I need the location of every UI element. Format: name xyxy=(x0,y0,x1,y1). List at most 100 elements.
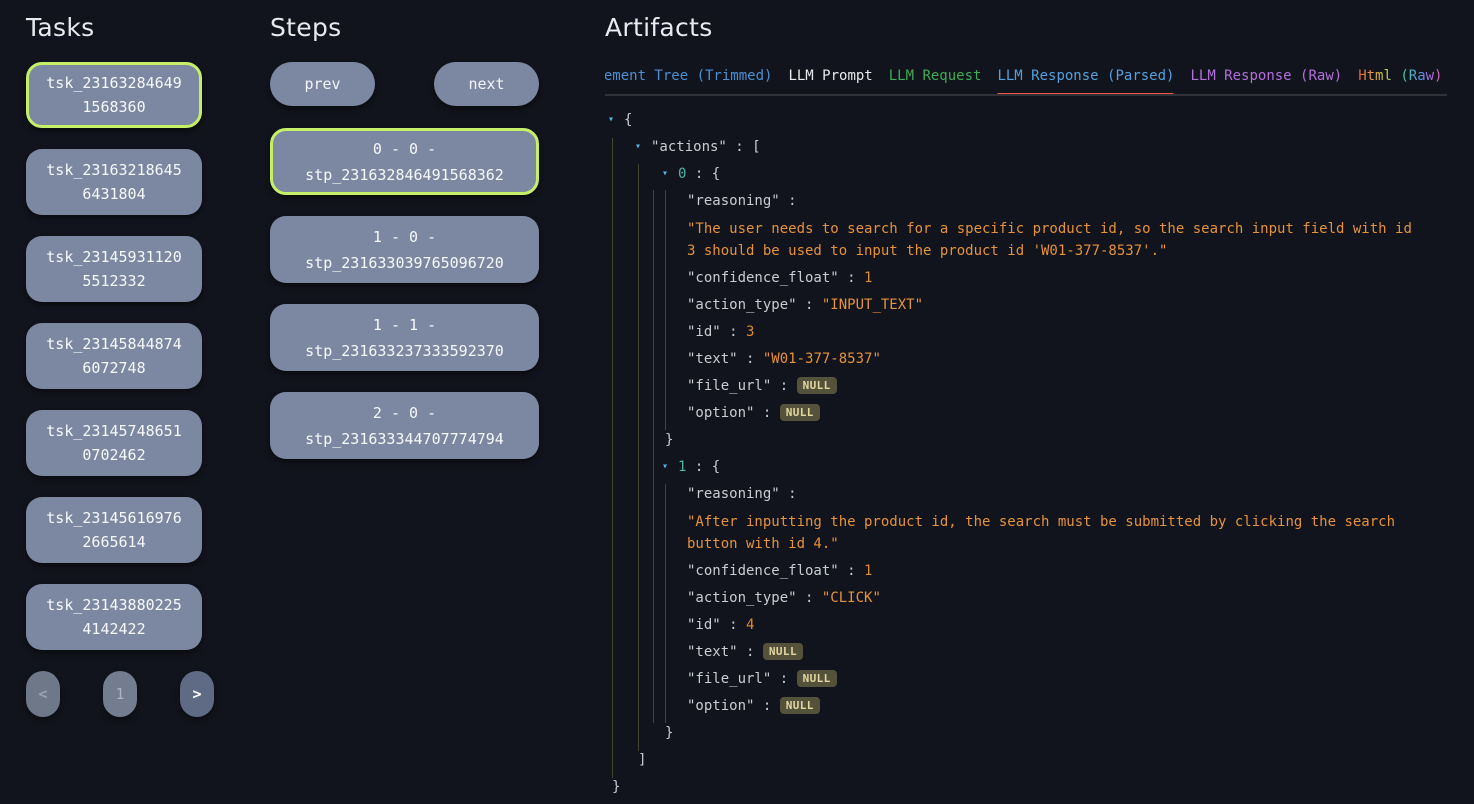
task-id: tsk_231632186456431804 xyxy=(43,158,185,206)
json-tree: ▾{▾"actions" : [▾0 : {"reasoning" :"The … xyxy=(605,110,1447,797)
json-token-punc: ] xyxy=(638,752,646,768)
json-token-str: "The user needs to search for a specific… xyxy=(687,221,1420,259)
next-step-button[interactable]: next xyxy=(434,62,539,106)
indent-guide xyxy=(612,138,613,778)
json-line: "file_url" : NULL xyxy=(605,376,1447,396)
tab-llm-response-raw[interactable]: LLM Response (Raw) xyxy=(1190,68,1342,84)
json-line: "After inputting the product id, the sea… xyxy=(605,511,1417,555)
task-id: tsk_231632846491568360 xyxy=(43,71,185,119)
json-line: "action_type" : "CLICK" xyxy=(605,588,1447,608)
json-token-str: "CLICK" xyxy=(822,590,881,606)
json-token-key: "confidence_float" xyxy=(687,563,839,579)
task-item[interactable]: tsk_231459311205512332 xyxy=(26,236,202,302)
indent-guide xyxy=(653,190,654,723)
json-token-key: "option" xyxy=(687,698,754,714)
task-item[interactable]: tsk_231632186456431804 xyxy=(26,149,202,215)
tab-llm-response-parsed[interactable]: LLM Response (Parsed) xyxy=(997,68,1174,84)
steps-controls: prev next xyxy=(270,62,539,106)
task-id: tsk_231438802254142422 xyxy=(43,593,185,641)
json-token-punc: : xyxy=(771,378,796,394)
indent-guide xyxy=(665,190,666,430)
json-token-punc: } xyxy=(612,779,620,795)
step-item[interactable]: 1 - 0 - stp_231633039765096720 xyxy=(270,216,539,283)
task-item[interactable]: tsk_231457486510702462 xyxy=(26,410,202,476)
step-label: 0 - 0 - stp_231632846491568362 xyxy=(285,136,524,188)
task-item[interactable]: tsk_231438802254142422 xyxy=(26,584,202,650)
active-tab-underline xyxy=(997,93,1174,96)
json-token-key: "text" xyxy=(687,644,738,660)
chevron-left-icon: < xyxy=(38,685,47,703)
json-token-str: "INPUT_TEXT" xyxy=(822,297,923,313)
json-line: ] xyxy=(605,750,1447,770)
json-line: } xyxy=(605,430,1447,450)
tab-llm-prompt[interactable]: LLM Prompt xyxy=(788,68,872,84)
json-token-str: "After inputting the product id, the sea… xyxy=(687,514,1403,552)
json-token-key: "reasoning" xyxy=(687,193,780,209)
json-token-num: 1 xyxy=(864,563,872,579)
json-token-punc: : xyxy=(721,617,746,633)
steps-title: Steps xyxy=(270,13,539,42)
pagination-prev-button[interactable]: < xyxy=(26,671,60,717)
json-token-num: 4 xyxy=(746,617,754,633)
json-line: "The user needs to search for a specific… xyxy=(605,218,1417,262)
json-token-key: "confidence_float" xyxy=(687,270,839,286)
prev-label: prev xyxy=(304,75,340,93)
json-token-key: "action_type" xyxy=(687,297,797,313)
steps-panel: Steps prev next 0 - 0 - stp_231632846491… xyxy=(270,13,539,480)
indent-guide xyxy=(665,484,666,723)
json-line: "confidence_float" : 1 xyxy=(605,268,1447,288)
step-item[interactable]: 2 - 0 - stp_231633344707774794 xyxy=(270,392,539,459)
json-token-punc: : xyxy=(797,297,822,313)
json-line: "text" : "W01-377-8537" xyxy=(605,349,1447,369)
pagination-next-button[interactable]: > xyxy=(180,671,214,717)
json-token-key: "id" xyxy=(687,324,721,340)
null-badge: NULL xyxy=(797,670,837,687)
task-id: tsk_231458448746072748 xyxy=(43,332,185,380)
task-item[interactable]: tsk_231456169762665614 xyxy=(26,497,202,563)
json-line: "option" : NULL xyxy=(605,403,1447,423)
json-token-key: "actions" xyxy=(651,139,727,155)
task-id: tsk_231456169762665614 xyxy=(43,506,185,554)
step-label: 2 - 0 - stp_231633344707774794 xyxy=(285,400,524,452)
json-token-key: "action_type" xyxy=(687,590,797,606)
pagination-page-button[interactable]: 1 xyxy=(103,671,137,717)
json-token-punc: : [ xyxy=(727,139,761,155)
json-token-punc: } xyxy=(665,725,673,741)
tab-llm-request[interactable]: LLM Request xyxy=(889,68,982,84)
tab-html-raw[interactable]: Html (Raw) xyxy=(1358,68,1442,84)
step-label: 1 - 1 - stp_231633237333592370 xyxy=(285,312,524,364)
json-token-punc: : xyxy=(839,270,864,286)
json-token-punc: : xyxy=(839,563,864,579)
task-item[interactable]: tsk_231632846491568360 xyxy=(26,62,202,128)
json-line: "confidence_float" : 1 xyxy=(605,561,1447,581)
json-token-punc: : xyxy=(738,351,763,367)
json-token-key: "option" xyxy=(687,405,754,421)
chevron-right-icon: > xyxy=(192,685,201,703)
prev-step-button[interactable]: prev xyxy=(270,62,375,106)
json-line: "id" : 3 xyxy=(605,322,1447,342)
json-line: } xyxy=(605,777,1447,797)
indent-guide xyxy=(638,164,639,751)
task-item[interactable]: tsk_231458448746072748 xyxy=(26,323,202,389)
json-token-key: "file_url" xyxy=(687,378,771,394)
json-token-punc: : xyxy=(780,193,797,209)
tab-label: LLM Response (Parsed) xyxy=(997,68,1174,84)
tab-element-tree-trimmed[interactable]: Element Tree (Trimmed) xyxy=(605,68,772,84)
collapse-arrow-icon[interactable]: ▾ xyxy=(662,164,678,184)
step-item[interactable]: 1 - 1 - stp_231633237333592370 xyxy=(270,304,539,371)
json-line: "id" : 4 xyxy=(605,615,1447,635)
page-number: 1 xyxy=(115,685,124,703)
step-label: 1 - 0 - stp_231633039765096720 xyxy=(285,224,524,276)
json-line: } xyxy=(605,723,1447,743)
json-token-punc: } xyxy=(665,432,673,448)
artifacts-title: Artifacts xyxy=(605,13,1447,42)
json-token-punc: : xyxy=(721,324,746,340)
collapse-arrow-icon[interactable]: ▾ xyxy=(662,457,678,477)
step-item[interactable]: 0 - 0 - stp_231632846491568362 xyxy=(270,128,539,195)
json-token-key: "text" xyxy=(687,351,738,367)
json-line: "action_type" : "INPUT_TEXT" xyxy=(605,295,1447,315)
next-label: next xyxy=(468,75,504,93)
collapse-arrow-icon[interactable]: ▾ xyxy=(635,137,651,157)
null-badge: NULL xyxy=(780,697,820,714)
collapse-arrow-icon[interactable]: ▾ xyxy=(608,110,624,130)
